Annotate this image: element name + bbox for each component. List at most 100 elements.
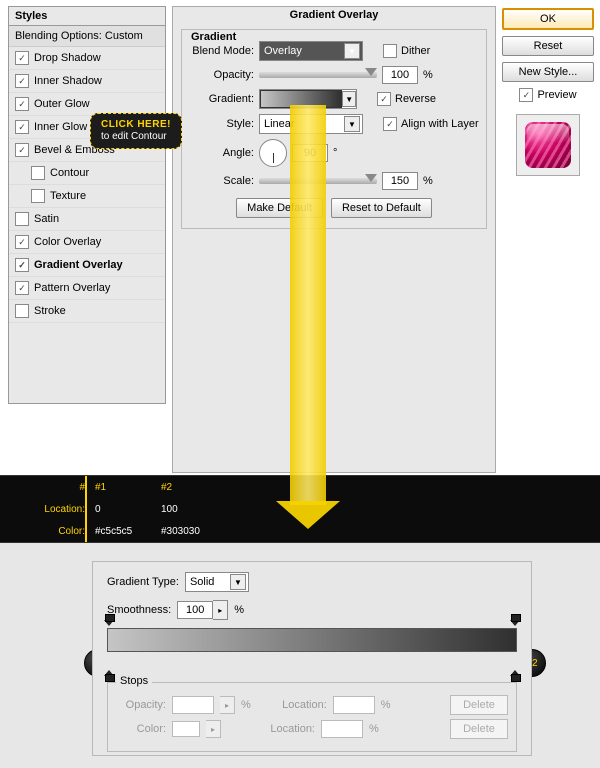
loc-2: 100	[161, 504, 227, 515]
smoothness-input[interactable]: 100 ▸	[177, 600, 228, 620]
opacity-slider[interactable]	[259, 72, 377, 78]
style-item-pattern-overlay[interactable]: Pattern Overlay	[9, 277, 165, 300]
checkbox-icon[interactable]	[15, 120, 29, 134]
chevron-down-icon: ▼	[344, 43, 360, 59]
style-item-label: Inner Glow	[34, 121, 87, 133]
style-item-satin[interactable]: Satin	[9, 208, 165, 231]
pct-label: %	[369, 723, 379, 735]
blend-mode-select[interactable]: Overlay ▼	[259, 41, 363, 61]
angle-label: Angle:	[188, 147, 254, 159]
style-item-label: Inner Shadow	[34, 75, 102, 87]
reset-button[interactable]: Reset	[502, 36, 594, 56]
stop-location-label: Location:	[265, 723, 315, 735]
checkbox-icon[interactable]	[15, 74, 29, 88]
pct-label: %	[381, 699, 391, 711]
scale-slider[interactable]	[259, 178, 377, 184]
align-checkbox[interactable]: Align with Layer	[383, 117, 479, 131]
checkbox-icon	[383, 117, 397, 131]
stop-location-label: Location:	[277, 699, 327, 711]
chevron-down-icon: ▼	[344, 116, 360, 132]
checkbox-icon[interactable]	[15, 51, 29, 65]
style-item-label: Satin	[34, 213, 59, 225]
style-item-stroke[interactable]: Stroke	[9, 300, 165, 323]
style-item-color-overlay[interactable]: Color Overlay	[9, 231, 165, 254]
color-2: #303030	[161, 526, 227, 537]
style-item-label: Texture	[50, 190, 86, 202]
gradient-type-label: Gradient Type:	[107, 576, 179, 588]
col-id-1: #1	[95, 482, 161, 493]
style-select[interactable]: Linear ▼	[259, 114, 363, 134]
style-item-gradient-overlay[interactable]: Gradient Overlay	[9, 254, 165, 277]
gradient-group-label: Gradient	[187, 31, 240, 43]
make-default-button[interactable]: Make Default	[236, 198, 323, 218]
stop-location-input	[333, 696, 375, 714]
gradient-swatch	[260, 90, 342, 108]
style-item-texture[interactable]: Texture	[9, 185, 165, 208]
style-item-label: Stroke	[34, 305, 66, 317]
dither-checkbox[interactable]: Dither	[383, 44, 430, 58]
pct-label: %	[423, 69, 433, 81]
checkbox-icon[interactable]	[15, 212, 29, 226]
callout-title: CLICK HERE!	[101, 119, 171, 131]
style-item-drop-shadow[interactable]: Drop Shadow	[9, 47, 165, 70]
opacity-stop-left[interactable]	[104, 620, 114, 630]
checkbox-icon[interactable]	[31, 189, 45, 203]
color-stop-left[interactable]	[104, 666, 114, 676]
checkbox-icon[interactable]	[31, 166, 45, 180]
checkbox-icon[interactable]	[15, 258, 29, 272]
pct-label: %	[423, 175, 433, 187]
opacity-input[interactable]: 100	[382, 66, 418, 84]
dialog-buttons: OK Reset New Style... Preview	[502, 8, 594, 176]
stops-label: Stops	[116, 675, 152, 687]
stop-opacity-label: Opacity:	[116, 699, 166, 711]
preview-thumbnail	[516, 114, 580, 176]
new-style-button[interactable]: New Style...	[502, 62, 594, 82]
color-stop-right[interactable]	[510, 666, 520, 676]
style-item-contour[interactable]: Contour	[9, 162, 165, 185]
checkbox-icon[interactable]	[15, 304, 29, 318]
stop-location-input	[321, 720, 363, 738]
gradient-picker[interactable]: ▼	[259, 89, 357, 109]
blending-options[interactable]: Blending Options: Custom	[9, 26, 165, 47]
scale-label: Scale:	[188, 175, 254, 187]
angle-dial[interactable]	[259, 139, 287, 167]
angle-input[interactable]: 90	[292, 144, 328, 162]
delete-opacity-stop-button: Delete	[450, 695, 508, 715]
styles-header: Styles	[9, 7, 165, 26]
style-item-label: Gradient Overlay	[34, 259, 123, 271]
col-id-2: #2	[161, 482, 227, 493]
gradient-type-select[interactable]: Solid ▼	[185, 572, 249, 592]
checkbox-icon[interactable]	[15, 235, 29, 249]
pct-label: %	[234, 604, 244, 616]
style-label: Style:	[188, 118, 254, 130]
checkbox-icon[interactable]	[15, 281, 29, 295]
style-item-inner-shadow[interactable]: Inner Shadow	[9, 70, 165, 93]
checkbox-icon	[519, 88, 533, 102]
scale-input[interactable]: 150	[382, 172, 418, 190]
checkbox-icon[interactable]	[15, 143, 29, 157]
gradient-bar[interactable]	[107, 628, 517, 668]
style-item-label: Color Overlay	[34, 236, 101, 248]
align-label: Align with Layer	[401, 118, 479, 130]
gradient-type-value: Solid	[190, 576, 214, 588]
reset-default-button[interactable]: Reset to Default	[331, 198, 432, 218]
gradient-overlay-panel: Gradient Overlay Gradient Blend Mode: Ov…	[172, 6, 496, 473]
blend-mode-value: Overlay	[264, 45, 302, 57]
stops-group: Stops Opacity: ▸ % Location: % Delete Co…	[107, 682, 517, 752]
opacity-stop-right[interactable]	[510, 620, 520, 630]
preview-checkbox[interactable]: Preview	[502, 88, 594, 102]
chevron-down-icon: ▼	[342, 91, 356, 107]
loc-1: 0	[95, 504, 161, 515]
checkbox-icon	[383, 44, 397, 58]
checkbox-icon[interactable]	[15, 97, 29, 111]
callout-subtitle: to edit Contour	[101, 131, 167, 142]
chevron-right-icon[interactable]: ▸	[213, 600, 228, 620]
smoothness-value[interactable]: 100	[177, 601, 213, 619]
color-1: #c5c5c5	[95, 526, 161, 537]
ok-button[interactable]: OK	[502, 8, 594, 30]
preview-label: Preview	[537, 89, 576, 101]
dither-label: Dither	[401, 45, 430, 57]
chevron-down-icon: ▼	[230, 574, 246, 590]
styles-panel: Styles Blending Options: Custom Drop Sha…	[8, 6, 166, 404]
reverse-checkbox[interactable]: Reverse	[377, 92, 436, 106]
